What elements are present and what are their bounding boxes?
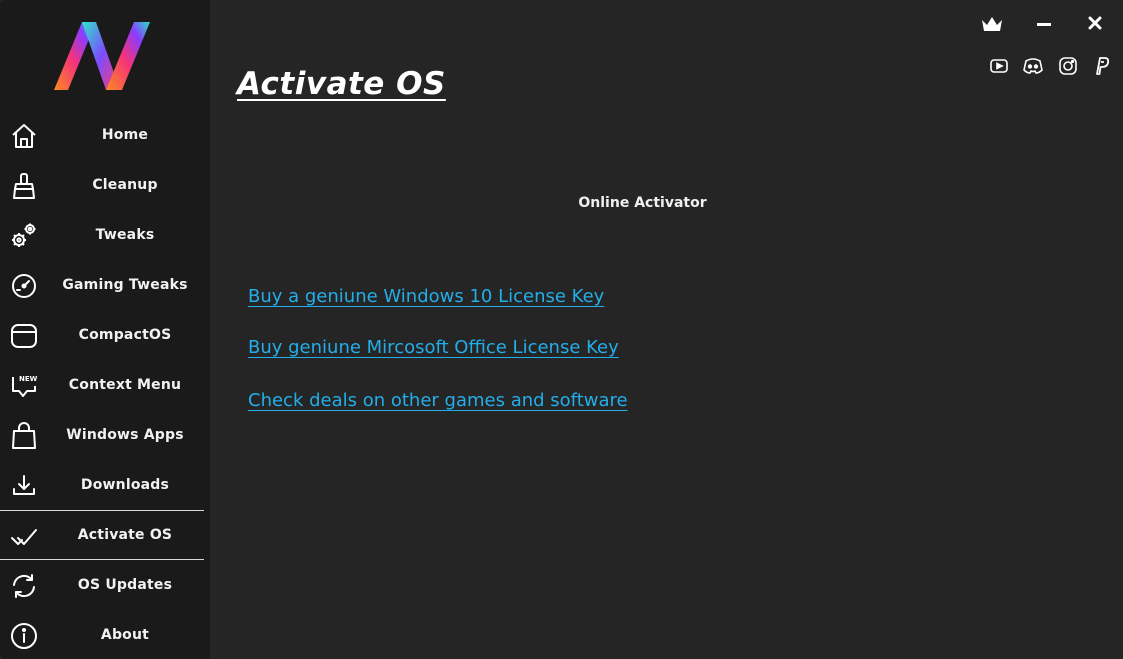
new-badge-chat-icon: NEW! [10, 372, 41, 400]
sidebar-item-downloads[interactable]: Downloads [0, 460, 204, 510]
sidebar-item-label: About [100, 627, 150, 643]
sidebar-item-label: Context Menu [68, 377, 182, 393]
gears-icon [10, 222, 38, 250]
sidebar-item-activate-os[interactable]: Activate OS [0, 510, 204, 560]
sidebar-item-label: Activate OS [77, 527, 173, 543]
sidebar-item-about[interactable]: About [0, 610, 204, 659]
buy-windows-key-link[interactable]: Buy a geniune Windows 10 License Key [248, 286, 604, 307]
main-content: Activate OS Online Activator Buy a geniu… [210, 0, 1123, 659]
sidebar-item-label: Home [101, 127, 149, 143]
sidebar-nav: Home Cleanup Tweaks Gaming Tweaks Compac… [0, 110, 204, 659]
shopping-bag-icon [10, 422, 38, 450]
sidebar-item-home[interactable]: Home [0, 110, 204, 160]
minimize-button[interactable] [1031, 12, 1057, 36]
sidebar-item-label: Windows Apps [66, 427, 184, 443]
discord-icon[interactable] [1022, 56, 1044, 76]
crown-icon[interactable] [979, 12, 1005, 36]
sidebar-item-label: Cleanup [92, 177, 158, 193]
sidebar-item-label: CompactOS [78, 327, 172, 343]
paypal-icon[interactable] [1092, 56, 1112, 76]
sidebar-item-label: Downloads [80, 477, 170, 493]
sidebar-item-label: Gaming Tweaks [62, 277, 188, 293]
compact-window-icon [10, 322, 38, 350]
sidebar-item-cleanup[interactable]: Cleanup [0, 160, 204, 210]
info-icon [10, 622, 38, 650]
broom-icon [10, 172, 38, 200]
buy-office-key-link[interactable]: Buy geniune Mircosoft Office License Key [248, 337, 619, 358]
sidebar-item-context-menu[interactable]: NEW! Context Menu [0, 360, 204, 410]
instagram-icon[interactable] [1058, 56, 1078, 76]
download-icon [10, 472, 38, 500]
sidebar-item-label: OS Updates [77, 577, 173, 593]
sidebar: Home Cleanup Tweaks Gaming Tweaks Compac… [0, 0, 210, 659]
section-label: Online Activator [578, 195, 707, 211]
app-window: Home Cleanup Tweaks Gaming Tweaks Compac… [0, 0, 1123, 659]
page-title: Activate OS [237, 66, 446, 102]
sidebar-item-gaming-tweaks[interactable]: Gaming Tweaks [0, 260, 204, 310]
sidebar-item-os-updates[interactable]: OS Updates [0, 560, 204, 610]
sidebar-item-compactos[interactable]: CompactOS [0, 310, 204, 360]
app-logo [52, 20, 152, 92]
window-controls [963, 8, 1123, 38]
svg-text:NEW!: NEW! [19, 375, 38, 383]
sidebar-item-windows-apps[interactable]: Windows Apps [0, 410, 204, 460]
speedometer-icon [10, 272, 38, 300]
checkmark-icon [10, 523, 38, 551]
home-icon [10, 122, 38, 150]
refresh-icon [10, 572, 38, 600]
youtube-icon[interactable] [989, 56, 1009, 76]
check-deals-link[interactable]: Check deals on other games and software [248, 390, 628, 411]
sidebar-item-label: Tweaks [95, 227, 155, 243]
close-button[interactable] [1082, 12, 1108, 36]
sidebar-item-tweaks[interactable]: Tweaks [0, 210, 204, 260]
